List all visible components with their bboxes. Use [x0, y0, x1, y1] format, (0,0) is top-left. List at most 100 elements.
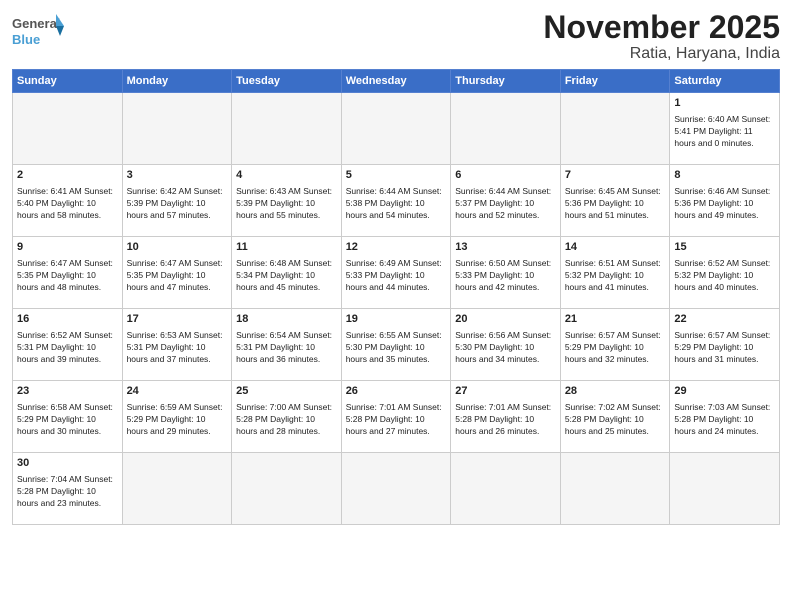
day-number: 12 [346, 240, 447, 255]
calendar-cell-1-7: 1 Sunrise: 6:40 AM Sunset: 5:41 PM Daylig… [670, 93, 780, 165]
day-number: 7 [565, 168, 666, 183]
day-number: 23 [17, 384, 118, 399]
weekday-header-saturday: Saturday [670, 70, 780, 93]
calendar-cell-3-6: 14Sunrise: 6:51 AM Sunset: 5:32 PM Dayli… [560, 237, 670, 309]
day-info: Sunrise: 6:54 AM Sunset: 5:31 PM Dayligh… [236, 329, 337, 366]
day-number: 4 [236, 168, 337, 183]
day-info: Sunrise: 7:01 AM Sunset: 5:28 PM Dayligh… [346, 401, 447, 438]
calendar-week-5: 23 Sunrise: 6:58 AM Sunset: 5:29 PM Dayli… [13, 381, 780, 453]
day-info: Sunrise: 6:47 AM Sunset: 5:35 PM Dayligh… [127, 257, 228, 294]
day-number: 18 [236, 312, 337, 327]
day-number: 11 [236, 240, 337, 255]
day-info: Sunrise: 6:43 AM Sunset: 5:39 PM Dayligh… [236, 185, 337, 222]
day-info: Sunrise: 6:42 AM Sunset: 5:39 PM Dayligh… [127, 185, 228, 222]
calendar-cell-4-3: 18 Sunrise: 6:54 AM Sunset: 5:31 PM Dayli… [232, 309, 342, 381]
weekday-header-friday: Friday [560, 70, 670, 93]
day-number: 30 [17, 456, 118, 471]
svg-text:General: General [12, 16, 60, 31]
day-number: 1 [674, 96, 775, 111]
weekday-header-wednesday: Wednesday [341, 70, 451, 93]
calendar-cell-4-7: 22Sunrise: 6:57 AM Sunset: 5:29 PM Dayli… [670, 309, 780, 381]
calendar-cell-6-4 [341, 453, 451, 525]
day-info: Sunrise: 6:57 AM Sunset: 5:29 PM Dayligh… [674, 329, 775, 366]
calendar-week-1: 1 Sunrise: 6:40 AM Sunset: 5:41 PM Daylig… [13, 93, 780, 165]
day-info: Sunrise: 6:49 AM Sunset: 5:33 PM Dayligh… [346, 257, 447, 294]
calendar-cell-2-6: 7 Sunrise: 6:45 AM Sunset: 5:36 PM Daylig… [560, 165, 670, 237]
day-info: Sunrise: 6:50 AM Sunset: 5:33 PM Dayligh… [455, 257, 556, 294]
day-info: Sunrise: 6:53 AM Sunset: 5:31 PM Dayligh… [127, 329, 228, 366]
logo: General Blue [12, 10, 64, 52]
day-number: 16 [17, 312, 118, 327]
day-number: 6 [455, 168, 556, 183]
day-number: 25 [236, 384, 337, 399]
weekday-header-monday: Monday [122, 70, 232, 93]
calendar-cell-3-3: 11 Sunrise: 6:48 AM Sunset: 5:34 PM Dayli… [232, 237, 342, 309]
calendar-cell-1-4 [341, 93, 451, 165]
calendar-cell-6-2 [122, 453, 232, 525]
day-info: Sunrise: 6:48 AM Sunset: 5:34 PM Dayligh… [236, 257, 337, 294]
day-info: Sunrise: 6:40 AM Sunset: 5:41 PM Dayligh… [674, 113, 775, 150]
month-title: November 2025 [543, 10, 780, 45]
day-info: Sunrise: 6:45 AM Sunset: 5:36 PM Dayligh… [565, 185, 666, 222]
calendar-cell-5-7: 29 Sunrise: 7:03 AM Sunset: 5:28 PM Dayli… [670, 381, 780, 453]
day-info: Sunrise: 6:52 AM Sunset: 5:31 PM Dayligh… [17, 329, 118, 366]
day-info: Sunrise: 6:59 AM Sunset: 5:29 PM Dayligh… [127, 401, 228, 438]
calendar-cell-2-3: 4 Sunrise: 6:43 AM Sunset: 5:39 PM Daylig… [232, 165, 342, 237]
calendar-cell-2-5: 6Sunrise: 6:44 AM Sunset: 5:37 PM Daylig… [451, 165, 561, 237]
calendar-cell-6-7 [670, 453, 780, 525]
day-info: Sunrise: 7:01 AM Sunset: 5:28 PM Dayligh… [455, 401, 556, 438]
calendar-cell-5-6: 28 Sunrise: 7:02 AM Sunset: 5:28 PM Dayli… [560, 381, 670, 453]
day-number: 2 [17, 168, 118, 183]
weekday-header-row: SundayMondayTuesdayWednesdayThursdayFrid… [13, 70, 780, 93]
calendar-cell-5-4: 26 Sunrise: 7:01 AM Sunset: 5:28 PM Dayli… [341, 381, 451, 453]
calendar-cell-1-6 [560, 93, 670, 165]
day-number: 9 [17, 240, 118, 255]
calendar-cell-4-6: 21Sunrise: 6:57 AM Sunset: 5:29 PM Dayli… [560, 309, 670, 381]
calendar-cell-2-2: 3 Sunrise: 6:42 AM Sunset: 5:39 PM Daylig… [122, 165, 232, 237]
day-number: 28 [565, 384, 666, 399]
calendar-cell-3-7: 15 Sunrise: 6:52 AM Sunset: 5:32 PM Dayli… [670, 237, 780, 309]
weekday-header-sunday: Sunday [13, 70, 123, 93]
day-info: Sunrise: 6:46 AM Sunset: 5:36 PM Dayligh… [674, 185, 775, 222]
day-number: 10 [127, 240, 228, 255]
calendar-cell-1-5 [451, 93, 561, 165]
calendar-cell-2-4: 5Sunrise: 6:44 AM Sunset: 5:38 PM Daylig… [341, 165, 451, 237]
calendar-cell-6-5 [451, 453, 561, 525]
calendar-cell-6-6 [560, 453, 670, 525]
calendar-cell-3-1: 9 Sunrise: 6:47 AM Sunset: 5:35 PM Daylig… [13, 237, 123, 309]
day-number: 26 [346, 384, 447, 399]
calendar-cell-5-2: 24 Sunrise: 6:59 AM Sunset: 5:29 PM Dayli… [122, 381, 232, 453]
calendar-cell-4-2: 17 Sunrise: 6:53 AM Sunset: 5:31 PM Dayli… [122, 309, 232, 381]
day-info: Sunrise: 7:02 AM Sunset: 5:28 PM Dayligh… [565, 401, 666, 438]
calendar-week-3: 9 Sunrise: 6:47 AM Sunset: 5:35 PM Daylig… [13, 237, 780, 309]
calendar-week-4: 16 Sunrise: 6:52 AM Sunset: 5:31 PM Dayli… [13, 309, 780, 381]
calendar-cell-6-1: 30Sunrise: 7:04 AM Sunset: 5:28 PM Dayli… [13, 453, 123, 525]
day-number: 29 [674, 384, 775, 399]
day-number: 27 [455, 384, 556, 399]
calendar-cell-4-5: 20Sunrise: 6:56 AM Sunset: 5:30 PM Dayli… [451, 309, 561, 381]
calendar-cell-1-1 [13, 93, 123, 165]
day-info: Sunrise: 6:47 AM Sunset: 5:35 PM Dayligh… [17, 257, 118, 294]
day-number: 8 [674, 168, 775, 183]
calendar-cell-3-5: 13 Sunrise: 6:50 AM Sunset: 5:33 PM Dayli… [451, 237, 561, 309]
day-number: 15 [674, 240, 775, 255]
svg-text:Blue: Blue [12, 32, 40, 47]
day-info: Sunrise: 6:58 AM Sunset: 5:29 PM Dayligh… [17, 401, 118, 438]
calendar-cell-2-7: 8 Sunrise: 6:46 AM Sunset: 5:36 PM Daylig… [670, 165, 780, 237]
day-number: 14 [565, 240, 666, 255]
calendar-cell-3-2: 10 Sunrise: 6:47 AM Sunset: 5:35 PM Dayli… [122, 237, 232, 309]
day-info: Sunrise: 7:00 AM Sunset: 5:28 PM Dayligh… [236, 401, 337, 438]
day-info: Sunrise: 6:52 AM Sunset: 5:32 PM Dayligh… [674, 257, 775, 294]
calendar-cell-3-4: 12 Sunrise: 6:49 AM Sunset: 5:33 PM Dayli… [341, 237, 451, 309]
calendar-week-6: 30Sunrise: 7:04 AM Sunset: 5:28 PM Dayli… [13, 453, 780, 525]
calendar-table: SundayMondayTuesdayWednesdayThursdayFrid… [12, 69, 780, 525]
day-number: 17 [127, 312, 228, 327]
day-number: 3 [127, 168, 228, 183]
day-number: 21 [565, 312, 666, 327]
logo-svg: General Blue [12, 10, 64, 52]
day-number: 13 [455, 240, 556, 255]
calendar-cell-1-2 [122, 93, 232, 165]
day-info: Sunrise: 7:03 AM Sunset: 5:28 PM Dayligh… [674, 401, 775, 438]
calendar-cell-5-1: 23 Sunrise: 6:58 AM Sunset: 5:29 PM Dayli… [13, 381, 123, 453]
day-number: 24 [127, 384, 228, 399]
